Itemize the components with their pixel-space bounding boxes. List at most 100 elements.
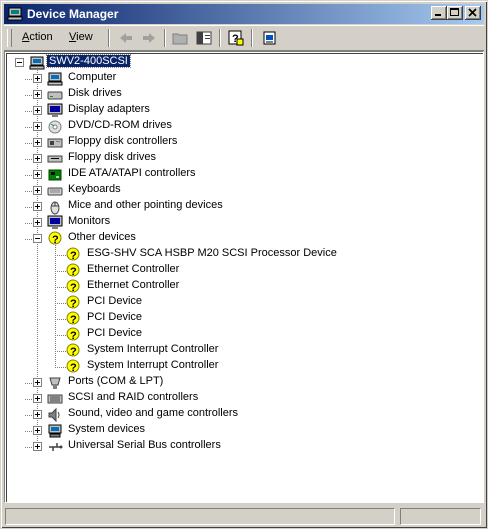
tree-device-item[interactable]: Ethernet Controller — [85, 263, 181, 275]
port-icon — [49, 377, 61, 389]
tree-category-dvd-cd-rom-drives[interactable]: DVD/CD-ROM drives — [66, 119, 174, 131]
unknown-device-icon: ? — [66, 247, 80, 262]
toolbar-separator — [164, 29, 166, 47]
toolbar-separator — [108, 29, 110, 47]
toolbar-separator — [251, 29, 253, 47]
tree-category-floppy-disk-controllers[interactable]: Floppy disk controllers — [66, 135, 179, 147]
status-bar — [4, 506, 484, 526]
minimize-button[interactable] — [431, 6, 447, 20]
unknown-device-icon: ? — [66, 279, 80, 294]
tree-category-other-devices[interactable]: Other devices — [66, 231, 138, 243]
menu-view[interactable]: View — [69, 31, 93, 43]
ide-controller-icon — [48, 169, 62, 181]
floppy-drive-icon — [47, 155, 63, 163]
close-button[interactable] — [465, 6, 481, 20]
expand-toggle[interactable] — [33, 106, 42, 115]
tree-device-item[interactable]: PCI Device — [85, 295, 144, 307]
tree-category-system-devices[interactable]: System devices — [66, 423, 147, 435]
tree-device-item[interactable]: Ethernet Controller — [85, 279, 181, 291]
device-manager-icon — [7, 7, 23, 21]
mouse-icon — [50, 201, 60, 215]
expand-toggle[interactable] — [33, 378, 42, 387]
unknown-device-icon: ? — [66, 263, 80, 278]
computer-icon — [29, 56, 45, 70]
expand-toggle[interactable] — [33, 74, 42, 83]
unknown-device-icon: ? — [66, 311, 80, 326]
tree-category-disk-drives[interactable]: Disk drives — [66, 87, 124, 99]
tree-device-item[interactable]: PCI Device — [85, 327, 144, 339]
svg-text:?: ? — [70, 250, 77, 262]
expand-toggle[interactable] — [33, 186, 42, 195]
status-panel-secondary — [400, 508, 481, 525]
tree-device-item[interactable]: PCI Device — [85, 311, 144, 323]
expand-toggle[interactable] — [33, 410, 42, 419]
unknown-device-icon: ? — [66, 343, 80, 358]
toolbar-grip[interactable] — [7, 29, 12, 47]
back-arrow-icon[interactable] — [118, 30, 134, 46]
unknown-device-icon: ? — [66, 295, 80, 310]
svg-text:?: ? — [70, 298, 77, 310]
maximize-button[interactable] — [447, 6, 463, 20]
collapse-toggle[interactable] — [15, 58, 24, 67]
device-tree[interactable]: SWV2-400SCSI Computer Disk drives Display a… — [4, 51, 484, 503]
tree-root-label[interactable]: SWV2-400SCSI — [46, 54, 131, 68]
svg-text:?: ? — [70, 346, 77, 358]
title-bar[interactable]: Device Manager — [4, 4, 484, 24]
tree-category-computer[interactable]: Computer — [66, 71, 118, 83]
tree-category-mice-and-other-pointing-devices[interactable]: Mice and other pointing devices — [66, 199, 225, 211]
floppy-controller-icon — [47, 138, 63, 148]
tree-category-display-adapters[interactable]: Display adapters — [66, 103, 152, 115]
unknown-device-icon: ? — [66, 327, 80, 342]
toolbar-separator — [219, 29, 221, 47]
expand-toggle[interactable] — [33, 394, 42, 403]
tree-device-item[interactable]: System Interrupt Controller — [85, 343, 220, 355]
monitor-icon — [47, 215, 63, 229]
expand-toggle[interactable] — [33, 90, 42, 99]
tree-category-monitors[interactable]: Monitors — [66, 215, 112, 227]
show-hide-tree-icon[interactable] — [196, 30, 212, 46]
expand-toggle[interactable] — [33, 138, 42, 147]
menu-action[interactable]: Action — [22, 31, 53, 43]
tree-device-item[interactable]: ESG-SHV SCA HSBP M20 SCSI Processor Devi… — [85, 247, 339, 259]
window-title: Device Manager — [27, 7, 119, 21]
tree-category-ide-ata-atapi-controllers[interactable]: IDE ATA/ATAPI controllers — [66, 167, 198, 179]
collapse-toggle[interactable] — [33, 234, 42, 243]
expand-toggle[interactable] — [33, 122, 42, 131]
scsi-icon — [47, 394, 63, 404]
keyboard-icon — [47, 187, 63, 196]
device-manager-window: Device Manager Action View ? SWV2-400SCS… — [0, 0, 488, 529]
expand-toggle[interactable] — [33, 442, 42, 451]
maximize-icon — [450, 8, 459, 16]
svg-text:?: ? — [70, 362, 77, 374]
expand-toggle[interactable] — [33, 202, 42, 211]
svg-text:?: ? — [70, 314, 77, 326]
status-panel-main — [5, 508, 395, 525]
tree-category-ports-com-lpt[interactable]: Ports (COM & LPT) — [66, 375, 165, 387]
help-icon[interactable]: ? — [228, 30, 244, 46]
tree-category-scsi-and-raid-controllers[interactable]: SCSI and RAID controllers — [66, 391, 200, 403]
expand-toggle[interactable] — [33, 218, 42, 227]
system-device-icon — [48, 424, 62, 438]
monitor-icon — [47, 103, 63, 117]
up-folder-icon[interactable] — [172, 30, 188, 46]
usb-icon — [49, 443, 63, 451]
svg-text:?: ? — [70, 282, 77, 294]
expand-toggle[interactable] — [33, 426, 42, 435]
expand-toggle[interactable] — [33, 154, 42, 163]
tree-category-floppy-disk-drives[interactable]: Floppy disk drives — [66, 151, 158, 163]
tree-device-item[interactable]: System Interrupt Controller — [85, 359, 220, 371]
speaker-icon — [48, 407, 60, 423]
tree-category-keyboards[interactable]: Keyboards — [66, 183, 123, 195]
computer-icon — [47, 72, 63, 86]
disk-drive-icon — [47, 91, 63, 100]
tree-category-sound-video-and-game-controllers[interactable]: Sound, video and game controllers — [66, 407, 240, 419]
expand-toggle[interactable] — [33, 170, 42, 179]
menu-toolbar: Action View ? — [4, 25, 484, 51]
unknown-device-icon: ? — [66, 359, 80, 374]
tree-category-universal-serial-bus-controllers[interactable]: Universal Serial Bus controllers — [66, 439, 223, 451]
forward-arrow-icon[interactable] — [141, 30, 157, 46]
minimize-icon — [435, 14, 441, 16]
close-icon — [468, 8, 477, 17]
cdrom-icon — [48, 120, 62, 134]
properties-icon[interactable] — [262, 30, 278, 46]
